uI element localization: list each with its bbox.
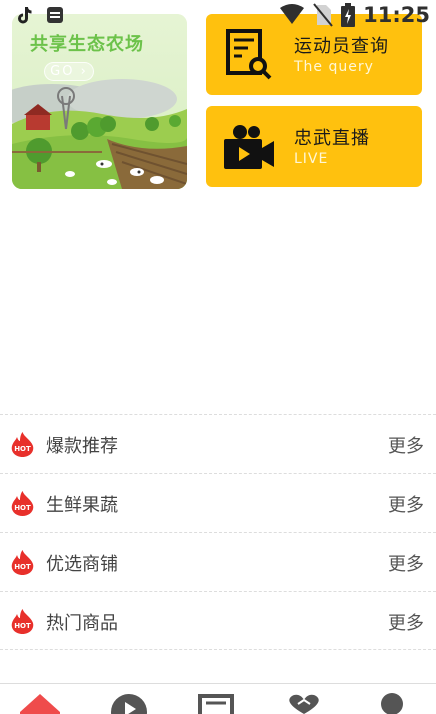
section-row-hot-picks[interactable]: HOT 爆款推荐 更多 <box>0 414 436 473</box>
document-search-icon <box>226 29 272 80</box>
athlete-query-subtitle: The query <box>294 59 374 75</box>
more-link[interactable]: 更多 <box>388 491 424 517</box>
app-screen: 11:25 共享生态农场 GO › 运动员查询 The query 忠武直播 L… <box>0 0 436 714</box>
section-row-popular-products[interactable]: HOT 热门商品 更多 <box>0 591 436 650</box>
section-label: 爆款推荐 <box>46 436 118 457</box>
athlete-query-title: 运动员查询 <box>294 36 389 57</box>
more-link[interactable]: 更多 <box>388 550 424 576</box>
more-link[interactable]: 更多 <box>388 609 424 635</box>
tiktok-icon <box>18 7 32 24</box>
no-sim-icon <box>313 3 333 27</box>
video-camera-icon <box>224 125 274 169</box>
section-list: HOT 爆款推荐 更多 HOT 生鲜果蔬 更多 HOT 优选商铺 更多 HOT <box>0 414 436 650</box>
wifi-icon <box>280 4 305 24</box>
section-row-featured-shops[interactable]: HOT 优选商铺 更多 <box>0 532 436 591</box>
battery-charging-icon <box>341 3 356 27</box>
profile-icon[interactable] <box>378 692 406 714</box>
live-stream-subtitle: LIVE <box>294 151 329 167</box>
hot-flame-icon: HOT <box>11 491 34 516</box>
news-icon[interactable] <box>198 692 234 714</box>
status-right-icons: 11:25 <box>279 3 430 27</box>
svg-text:HOT: HOT <box>14 622 31 630</box>
hot-flame-icon: HOT <box>11 550 34 575</box>
section-label: 热门商品 <box>46 613 118 634</box>
section-label: 生鲜果蔬 <box>46 495 118 516</box>
love-icon[interactable] <box>284 692 324 714</box>
home-icon[interactable] <box>18 692 62 714</box>
eco-farm-banner[interactable]: 共享生态农场 GO › <box>12 14 187 189</box>
app-notification-icon <box>47 7 63 23</box>
status-time: 11:25 <box>363 3 430 27</box>
hot-flame-icon: HOT <box>11 432 34 457</box>
farm-go-button[interactable]: GO › <box>44 62 94 81</box>
section-row-fresh-produce[interactable]: HOT 生鲜果蔬 更多 <box>0 473 436 532</box>
bottom-nav <box>0 683 436 714</box>
status-left-icons <box>16 6 64 24</box>
svg-text:HOT: HOT <box>14 504 31 512</box>
more-link[interactable]: 更多 <box>388 432 424 458</box>
live-stream-title: 忠武直播 <box>294 128 370 149</box>
play-icon[interactable] <box>109 692 149 714</box>
svg-text:HOT: HOT <box>14 445 31 453</box>
status-bar: 11:25 <box>0 0 436 34</box>
hot-flame-icon: HOT <box>11 609 34 634</box>
section-label: 优选商铺 <box>46 554 118 575</box>
svg-text:HOT: HOT <box>14 563 31 571</box>
live-stream-tile[interactable]: 忠武直播 LIVE <box>206 106 422 187</box>
